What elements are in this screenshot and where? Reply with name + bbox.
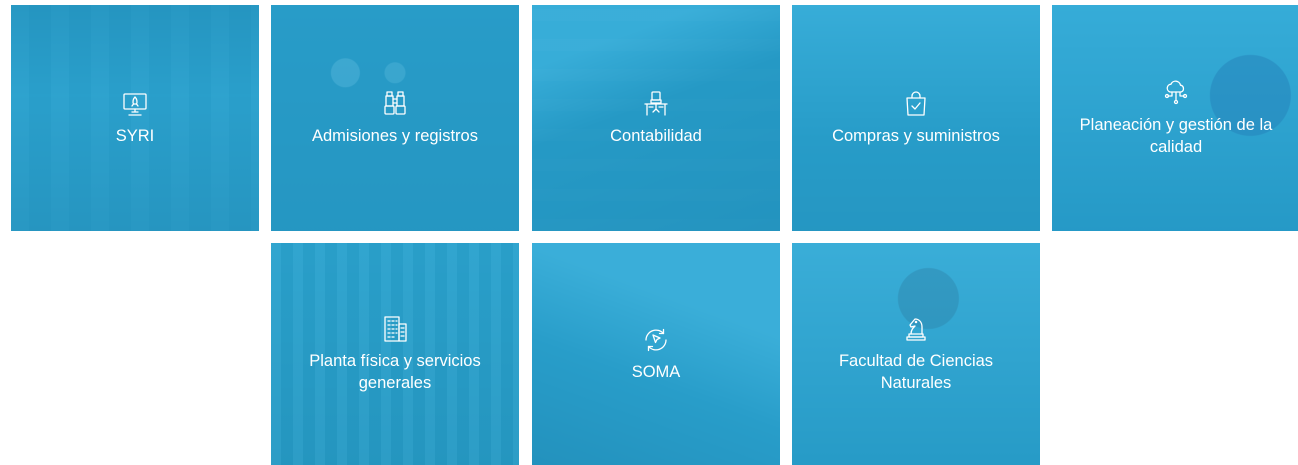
tile-label: Contabilidad xyxy=(610,127,702,145)
tile-label: SOMA xyxy=(631,363,681,381)
tile-planta-fisica-y-servicios-generales[interactable]: Planta física y servicios generales xyxy=(271,243,519,465)
cloud-network-icon xyxy=(1161,78,1191,108)
tile-compras-y-suministros[interactable]: Compras y suministros xyxy=(792,5,1040,231)
tile-label: SYRI xyxy=(115,127,155,145)
tile-soma[interactable]: SOMA xyxy=(532,243,780,465)
tile-label: Admisiones y registros xyxy=(312,127,478,145)
tile-contabilidad[interactable]: Contabilidad xyxy=(532,5,780,231)
chess-knight-icon xyxy=(901,314,931,344)
tile-planeacion-y-gestion-de-la-calidad[interactable]: Planeación y gestión de la calidad xyxy=(1052,5,1298,231)
shopping-bag-check-icon xyxy=(901,89,931,119)
office-chair-desk-icon xyxy=(641,89,671,119)
cursor-refresh-icon xyxy=(641,325,671,355)
tile-label: Facultad de Ciencias Naturales xyxy=(838,352,994,392)
tile-syri[interactable]: SYRI xyxy=(11,5,259,231)
binoculars-icon xyxy=(380,89,410,119)
tile-admisiones-y-registros[interactable]: Admisiones y registros xyxy=(271,5,519,231)
monitor-rocket-icon xyxy=(120,89,150,119)
services-grid: SYRI Admisiones y registros Contabilidad… xyxy=(0,0,1298,465)
tile-facultad-de-ciencias-naturales[interactable]: Facultad de Ciencias Naturales xyxy=(792,243,1040,465)
tile-label: Compras y suministros xyxy=(832,127,1000,145)
tile-label: Planeación y gestión de la calidad xyxy=(1079,116,1273,156)
tile-label: Planta física y servicios generales xyxy=(309,352,481,392)
building-icon xyxy=(380,314,410,344)
